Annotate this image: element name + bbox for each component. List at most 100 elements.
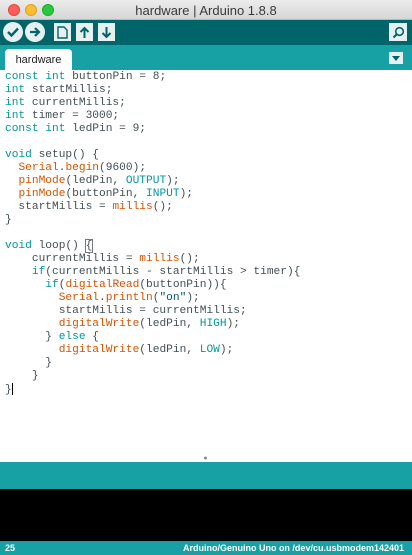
code-token: }: [5, 370, 39, 382]
code-line-15: currentMillis = millis();: [5, 253, 200, 266]
code-line-21: } else {: [5, 331, 99, 344]
code-token: startMillis =: [5, 201, 113, 213]
code-token: HIGH: [199, 318, 227, 330]
cursor-line-number: 25: [5, 543, 16, 553]
code-token: millis: [139, 253, 180, 265]
code-token: startMillis = currentMillis;: [5, 305, 247, 317]
code-line-19: startMillis = currentMillis;: [5, 305, 247, 318]
code-line-4: int timer = 3000;: [5, 110, 119, 123]
code-line-1: const int buttonPin = 8;: [5, 71, 166, 84]
status-bar: 25 Arduino/Genuino Uno on /dev/cu.usbmod…: [0, 541, 412, 555]
code-token: (9600);: [99, 162, 147, 174]
arrow-right-icon: [30, 27, 41, 37]
editor-console-divider[interactable]: ●: [0, 455, 412, 462]
code-editor[interactable]: const int buttonPin = 8; int startMillis…: [0, 70, 412, 455]
code-token: (buttonPin,: [65, 188, 147, 200]
code-token: currentMillis =: [5, 253, 140, 265]
upload-button[interactable]: [25, 22, 45, 42]
code-line-8: Serial.begin(9600);: [5, 162, 146, 175]
code-token: begin: [65, 162, 100, 174]
toolbar: [0, 20, 412, 45]
new-file-icon: [57, 25, 68, 39]
code-token: Serial: [58, 292, 100, 304]
tab-menu-button[interactable]: [389, 52, 403, 64]
code-token: LOW: [199, 344, 220, 356]
code-token: buttonPin = 8;: [65, 71, 167, 83]
code-line-22: digitalWrite(ledPin, LOW);: [5, 344, 234, 357]
code-line-11: startMillis = millis();: [5, 201, 172, 214]
code-token: );: [186, 292, 200, 304]
arrow-up-icon: [79, 26, 90, 38]
tab-bar: hardware: [0, 45, 412, 70]
code-line-12: }: [5, 214, 12, 227]
text-cursor: [11, 383, 13, 395]
drag-handle-icon[interactable]: ●: [202, 455, 209, 462]
code-token: pinMode: [18, 175, 66, 187]
code-token: );: [166, 175, 180, 187]
code-token: ledPin = 9;: [65, 123, 147, 135]
code-token: currentMillis;: [25, 97, 126, 109]
code-token: ();: [179, 253, 200, 265]
code-line-9: pinMode(ledPin, OUTPUT);: [5, 175, 180, 188]
code-token: digitalWrite: [58, 318, 140, 330]
board-port-info: Arduino/Genuino Uno on /dev/cu.usbmodem1…: [182, 543, 404, 553]
code-token: INPUT: [146, 188, 180, 200]
code-line-5: const int ledPin = 9;: [5, 123, 146, 136]
code-token: {: [84, 239, 94, 253]
code-token: const: [5, 71, 39, 83]
code-token: .: [99, 292, 106, 304]
code-token: (ledPin,: [65, 175, 126, 187]
triangle-down-icon: [392, 55, 400, 61]
code-token: if: [45, 279, 59, 291]
code-token: loop(): [31, 240, 86, 252]
checkmark-icon: [7, 27, 19, 38]
window-title: hardware | Arduino 1.8.8: [135, 3, 277, 18]
verify-button[interactable]: [3, 22, 23, 42]
code-token: (currentMillis - startMillis > timer){: [45, 266, 301, 278]
code-line-17: if(digitalRead(buttonPin)){: [5, 279, 227, 292]
tab-hardware[interactable]: hardware: [5, 49, 72, 70]
code-token: timer = 3000;: [25, 110, 120, 122]
code-token: void: [5, 149, 32, 161]
code-token: digitalWrite: [58, 344, 140, 356]
new-sketch-button[interactable]: [54, 23, 71, 41]
code-token: if: [31, 266, 46, 278]
save-sketch-button[interactable]: [98, 23, 115, 41]
code-token: (ledPin,: [139, 318, 200, 330]
code-token: int: [45, 123, 66, 135]
code-line-3: int currentMillis;: [5, 97, 126, 110]
code-token: void: [5, 240, 32, 252]
code-token: }: [5, 331, 59, 343]
code-line-24: }: [5, 370, 39, 383]
magnifier-icon: [392, 26, 404, 38]
code-token: pinMode: [18, 188, 66, 200]
code-token: int: [5, 84, 26, 96]
code-token: }: [5, 357, 52, 369]
serial-monitor-button[interactable]: [389, 23, 407, 41]
code-line-25: }: [5, 383, 13, 396]
title-bar: hardware | Arduino 1.8.8: [0, 0, 412, 20]
message-area: [0, 462, 412, 489]
code-line-10: pinMode(buttonPin, INPUT);: [5, 188, 193, 201]
code-token: (buttonPin)){: [139, 279, 227, 291]
code-token: else: [58, 331, 86, 343]
code-token: int: [45, 71, 66, 83]
code-line-2: int startMillis;: [5, 84, 112, 97]
code-line-16: if(currentMillis - startMillis > timer){: [5, 266, 301, 279]
code-token: "on": [159, 292, 187, 304]
code-token: const: [5, 123, 39, 135]
code-token: {: [85, 331, 100, 343]
code-token: int: [5, 97, 26, 109]
code-line-23: }: [5, 357, 52, 370]
code-token: setup() {: [31, 149, 99, 161]
code-token: }: [5, 214, 12, 226]
open-sketch-button[interactable]: [76, 23, 93, 41]
console-output[interactable]: [0, 489, 412, 541]
code-line-18: Serial.println("on");: [5, 292, 200, 305]
arrow-down-icon: [101, 26, 112, 38]
